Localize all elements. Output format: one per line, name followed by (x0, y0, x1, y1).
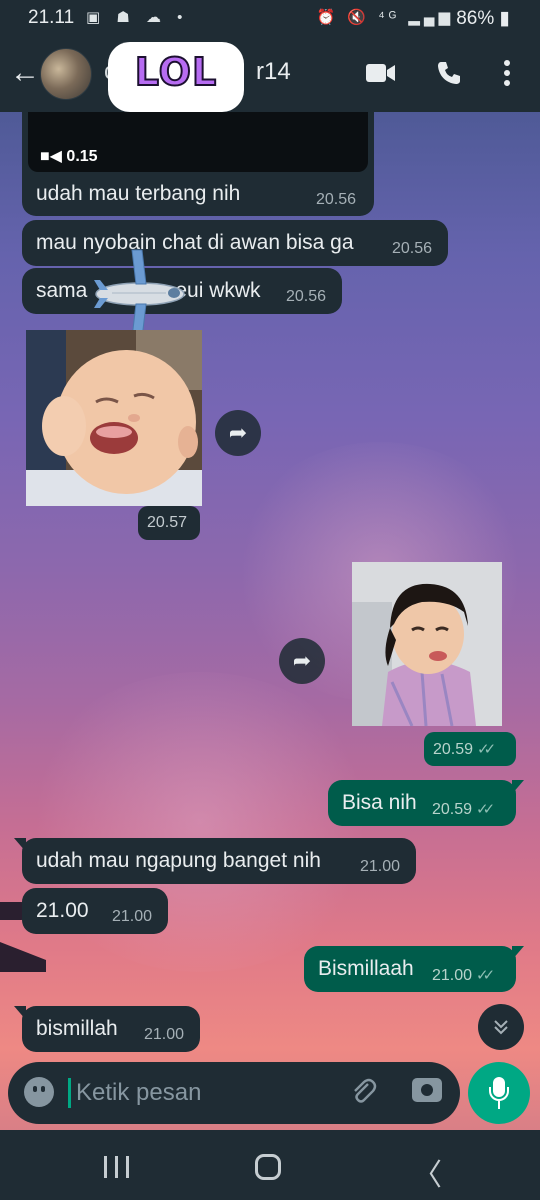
read-ticks-icon: ✓✓ (476, 801, 495, 818)
attach-icon[interactable] (348, 1076, 378, 1113)
scroll-to-bottom-button[interactable] (478, 1004, 524, 1050)
message-time-badge: 20.59 ✓✓ (424, 732, 516, 766)
message-time: 20.56 (392, 240, 433, 257)
status-bar: 21.11 ▣ ☗ ☁ • ⏰ 🔇 ⁴ᴳ ▂▄▆ 86% ▮ (0, 0, 540, 36)
baby-photo[interactable] (26, 330, 202, 506)
message-time: 20.56 (286, 288, 327, 305)
message-text: udah mau terbang nih (36, 182, 241, 205)
girl-photo[interactable] (352, 562, 502, 726)
message-bubble-outgoing[interactable]: Bisa nih 20.59 ✓✓ (328, 780, 524, 826)
forward-icon[interactable]: ➦ (215, 410, 261, 456)
video-call-icon[interactable] (366, 60, 396, 91)
tree-silhouette (0, 942, 46, 972)
message-text: mau nyobain chat di awan bisa ga (36, 231, 354, 254)
system-nav-bar: 〈 (0, 1130, 540, 1200)
video-thumbnail[interactable]: ■◀ 0.15 (28, 112, 368, 172)
message-text: Bismillaah (318, 957, 414, 980)
message-time: 21.00 (360, 858, 401, 875)
more-options-icon[interactable] (500, 60, 514, 93)
forward-icon[interactable]: ➦ (279, 638, 325, 684)
message-time: 21.00 (144, 1026, 185, 1043)
recent-apps-icon[interactable] (104, 1156, 130, 1178)
message-time: 20.56 (316, 191, 357, 208)
voice-call-icon[interactable] (436, 60, 462, 93)
message-time: 21.00 (432, 967, 473, 984)
message-composer (8, 1062, 460, 1124)
message-text: bismillah (36, 1017, 118, 1040)
message-bubble-incoming[interactable]: udah mau ngapung banget nih 21.00 (14, 838, 416, 884)
message-time: 21.00 (112, 908, 153, 925)
message-text: udah mau ngapung banget nih (36, 849, 321, 872)
read-ticks-icon: ✓✓ (477, 741, 496, 758)
message-text: 21.00 (36, 899, 89, 922)
contact-avatar[interactable] (40, 48, 92, 100)
back-icon[interactable]: 〈 (412, 1150, 442, 1194)
message-bubble-incoming[interactable]: ■◀ 0.15 udah mau terbang nih 20.56 (22, 112, 374, 216)
back-arrow-icon[interactable]: ← (10, 56, 40, 90)
chat-header: ← cr14 LOL (0, 36, 540, 124)
message-bubble-incoming[interactable]: mau nyobain chat di awan bisa ga 20.56 (22, 220, 448, 266)
text-caret (68, 1078, 71, 1108)
airplane-sticker (92, 246, 188, 342)
emoji-icon[interactable] (24, 1077, 54, 1107)
message-input[interactable] (76, 1075, 326, 1111)
message-bubble-outgoing[interactable]: Bismillaah 21.00 ✓✓ (304, 946, 524, 992)
status-time: 21.11 (28, 7, 75, 28)
camera-icon[interactable] (412, 1078, 442, 1102)
message-time-badge: 20.57 (138, 506, 200, 540)
system-icons: ⏰ 🔇 ⁴ᴳ ▂▄▆ (316, 9, 454, 26)
read-ticks-icon: ✓✓ (476, 967, 495, 984)
video-duration: ■◀ 0.15 (40, 148, 98, 165)
message-time: 20.59 (432, 801, 473, 818)
home-icon[interactable] (255, 1154, 281, 1180)
battery-level: 86% ▮ (456, 8, 510, 29)
message-bubble-incoming[interactable]: bismillah 21.00 (14, 1006, 200, 1052)
message-bubble-incoming[interactable]: 21.00 21.00 (22, 888, 168, 934)
lol-sticker: LOL (108, 42, 244, 124)
chat-area[interactable]: ■◀ 0.15 udah mau terbang nih 20.56 mau n… (0, 112, 540, 1130)
notification-icons: ▣ ☗ ☁ • (86, 9, 189, 26)
mic-button[interactable] (468, 1062, 530, 1124)
message-text: Bisa nih (342, 791, 417, 814)
